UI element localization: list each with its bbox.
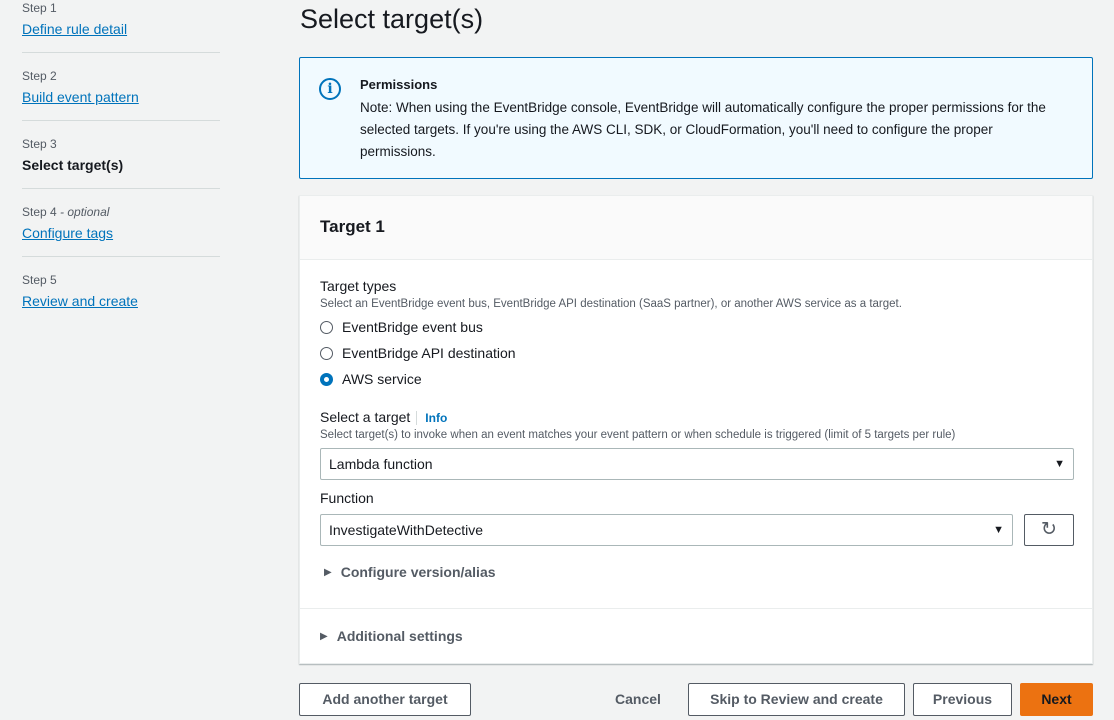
radio-unchecked-icon <box>320 320 333 334</box>
step-current-select-targets: Select target(s) <box>22 157 124 173</box>
additional-settings-expander[interactable]: ▶ Additional settings <box>320 628 463 644</box>
expander-label: Configure version/alias <box>340 564 496 580</box>
select-target-label: Select a target Info <box>320 409 448 425</box>
caret-down-icon: ▼ <box>993 524 1004 536</box>
select-target-label-text: Select a target <box>320 409 411 425</box>
alert-title: Permissions <box>360 77 438 92</box>
refresh-icon: ↻ <box>1041 519 1057 540</box>
step-2: Step 2 Build event pattern <box>22 69 220 121</box>
page-title: Select target(s) <box>300 4 484 34</box>
radio-eventbridge-event-bus[interactable]: EventBridge event bus <box>320 317 483 337</box>
radio-label: AWS service <box>342 371 422 387</box>
step-number: Step 3 <box>22 137 57 151</box>
step-optional-tag: - optional <box>56 205 110 219</box>
wizard-steps-nav: Step 1 Define rule detail Step 2 Build e… <box>22 0 220 340</box>
info-icon: i <box>319 78 341 100</box>
refresh-functions-button[interactable]: ↻ <box>1024 514 1074 546</box>
step-3: Step 3 Select target(s) <box>22 137 220 189</box>
expander-label: Additional settings <box>336 628 463 644</box>
step-link-define-rule-detail[interactable]: Define rule detail <box>22 20 127 38</box>
step-number: Step 2 <box>22 69 57 83</box>
step-link-review-and-create[interactable]: Review and create <box>22 292 138 310</box>
radio-label: EventBridge event bus <box>342 319 483 335</box>
step-number: Step 4 - optional <box>22 205 220 219</box>
step-link-build-event-pattern[interactable]: Build event pattern <box>22 88 139 106</box>
skip-to-review-button[interactable]: Skip to Review and create <box>688 683 905 716</box>
radio-checked-icon <box>320 372 333 386</box>
divider <box>300 608 1092 609</box>
step-number-text: Step 4 <box>22 205 57 219</box>
select-target-description: Select target(s) to invoke when an event… <box>320 429 956 441</box>
step-1: Step 1 Define rule detail <box>22 1 220 53</box>
target-service-value: Lambda function <box>329 456 433 472</box>
radio-aws-service[interactable]: AWS service <box>320 369 422 389</box>
step-link-configure-tags[interactable]: Configure tags <box>22 224 113 242</box>
radio-unchecked-icon <box>320 346 333 360</box>
info-link[interactable]: Info <box>416 411 448 425</box>
target-types-description: Select an EventBridge event bus, EventBr… <box>320 298 902 310</box>
previous-button[interactable]: Previous <box>913 683 1012 716</box>
target-types-label: Target types <box>320 278 397 294</box>
radio-eventbridge-api-destination[interactable]: EventBridge API destination <box>320 343 516 363</box>
alert-body: Note: When using the EventBridge console… <box>360 100 1046 159</box>
function-label: Function <box>320 490 374 506</box>
radio-label: EventBridge API destination <box>342 345 516 361</box>
step-4: Step 4 - optional Configure tags <box>22 205 220 257</box>
add-another-target-button[interactable]: Add another target <box>299 683 471 716</box>
permissions-info-alert: i Permissions Note: When using the Event… <box>299 57 1093 179</box>
caret-right-icon: ▶ <box>324 566 332 578</box>
step-5: Step 5 Review and create <box>22 273 220 324</box>
caret-down-icon: ▼ <box>1054 458 1065 470</box>
target-card: Target 1 Target types Select an EventBri… <box>299 195 1093 664</box>
step-number: Step 1 <box>22 1 57 15</box>
next-button[interactable]: Next <box>1020 683 1093 716</box>
caret-right-icon: ▶ <box>320 630 328 642</box>
cancel-button[interactable]: Cancel <box>603 683 673 716</box>
function-select[interactable]: InvestigateWithDetective ▼ <box>320 514 1013 546</box>
step-number: Step 5 <box>22 273 57 287</box>
target-service-select[interactable]: Lambda function ▼ <box>320 448 1074 480</box>
target-card-header: Target 1 <box>300 196 1092 260</box>
function-value: InvestigateWithDetective <box>329 522 484 538</box>
configure-version-alias-expander[interactable]: ▶ Configure version/alias <box>324 564 496 580</box>
